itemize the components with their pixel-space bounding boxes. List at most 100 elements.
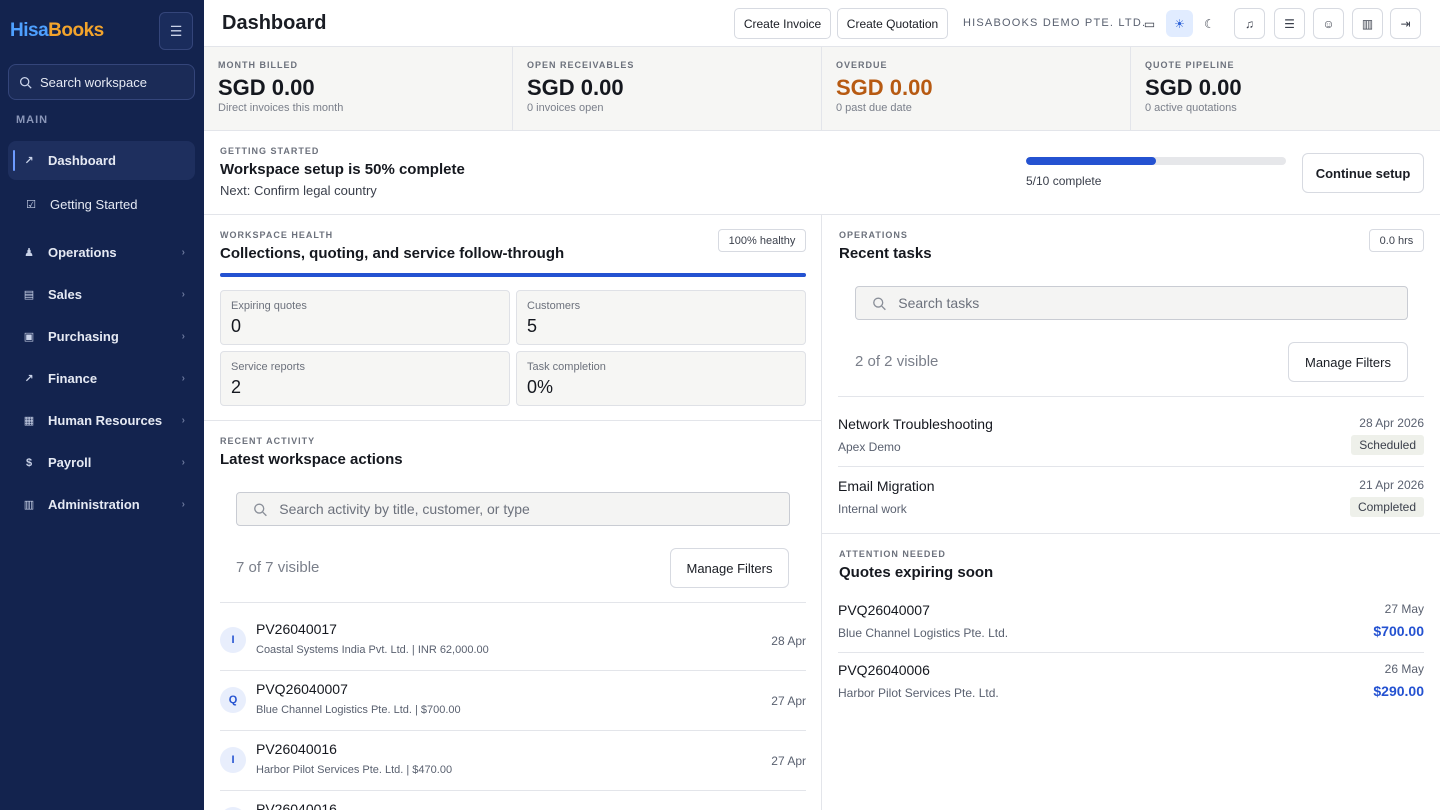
task-subtitle: Internal work — [838, 502, 907, 516]
activity-overline: RECENT ACTIVITY — [220, 436, 316, 446]
chevron-right-icon: › — [181, 499, 185, 510]
sidebar-item-label: Getting Started — [50, 197, 138, 212]
activity-type-avatar: I — [220, 627, 246, 653]
sidebar-item-dashboard[interactable]: ↗ Dashboard — [8, 141, 195, 180]
hamburger-icon: ☰ — [169, 22, 183, 39]
divider — [822, 533, 1440, 534]
theme-light-button[interactable]: ☀ — [1166, 10, 1193, 37]
task-subtitle: Apex Demo — [838, 440, 901, 454]
profile-button[interactable]: ☺ — [1313, 8, 1344, 39]
divider — [220, 602, 806, 603]
left-column: WORKSPACE HEALTH Collections, quoting, a… — [204, 215, 822, 810]
bag-icon: ▣ — [23, 331, 35, 343]
right-column: OPERATIONS Recent tasks 0.0 hrs 2 of 2 v… — [822, 215, 1440, 810]
quote-customer: Harbor Pilot Services Pte. Ltd. — [838, 686, 999, 700]
expiring-quote-item[interactable]: PVQ26040006 Harbor Pilot Services Pte. L… — [838, 653, 1424, 713]
activity-item-date: 28 Apr — [771, 634, 806, 648]
sidebar-item-administration[interactable]: ▥ Administration › — [8, 485, 195, 524]
kpi-value: SGD 0.00 — [836, 75, 933, 100]
chevron-right-icon: › — [181, 289, 185, 300]
quotes-title: Quotes expiring soon — [839, 564, 994, 581]
bell-icon: ♫ — [1245, 16, 1254, 31]
tasks-overline: OPERATIONS — [839, 230, 908, 240]
theme-system-button[interactable]: ▭ — [1136, 10, 1163, 37]
continue-setup-button[interactable]: Continue setup — [1302, 153, 1424, 193]
task-status-badge: Completed — [1349, 497, 1424, 517]
activity-item[interactable]: I PV26040017 Coastal Systems India Pvt. … — [220, 610, 806, 670]
monitor-icon: ▭ — [1143, 16, 1156, 31]
sidebar-item-human-resources[interactable]: ▦ Human Resources › — [8, 401, 195, 440]
activity-item-title: PV26040016 — [256, 741, 337, 757]
activity-type-avatar: I — [220, 747, 246, 773]
sidebar-item-purchasing[interactable]: ▣ Purchasing › — [8, 317, 195, 356]
chevron-right-icon: › — [181, 247, 185, 258]
dollar-icon: $ — [25, 456, 33, 469]
stat-value: 5 — [527, 316, 538, 336]
page-title: Dashboard — [222, 12, 327, 34]
sidebar-item-getting-started[interactable]: ☑ Getting Started — [8, 185, 195, 224]
sun-icon: ☀ — [1174, 16, 1185, 31]
kpi-sub: 0 invoices open — [527, 102, 604, 114]
activity-item-subtitle: Harbor Pilot Services Pte. Ltd. | $470.0… — [256, 764, 453, 776]
activity-search[interactable] — [236, 492, 790, 526]
quote-number: PVQ26040007 — [838, 602, 930, 618]
company-button[interactable]: ▥ — [1352, 8, 1383, 39]
logout-button[interactable]: ⇥ — [1390, 8, 1421, 39]
sidebar-item-payroll[interactable]: $ Payroll › — [8, 443, 195, 482]
kpi-sub: 0 past due date — [836, 102, 912, 114]
sidebar-search[interactable]: Search workspace — [8, 64, 195, 100]
quote-number: PVQ26040006 — [838, 662, 930, 678]
users-icon: ♟ — [24, 247, 34, 259]
activity-search-input[interactable] — [279, 501, 789, 517]
tasks-manage-filters-button[interactable]: Manage Filters — [1288, 342, 1408, 382]
sidebar-item-label: Finance — [48, 371, 98, 386]
kpi-open-receivables: OPEN RECEIVABLES SGD 0.00 0 invoices ope… — [513, 47, 822, 131]
stat-label: Customers — [527, 300, 581, 312]
sidebar-item-label: Dashboard — [48, 153, 116, 168]
expiring-quote-item[interactable]: PVQ26040007 Blue Channel Logistics Pte. … — [838, 593, 1424, 653]
kpi-strip: MONTH BILLED SGD 0.00 Direct invoices th… — [204, 47, 1440, 131]
logo-text-hisa: Hisa — [10, 20, 49, 41]
health-bar — [220, 273, 806, 277]
stat-value: 2 — [231, 377, 242, 397]
menu-toggle-button[interactable]: ☰ — [159, 12, 193, 50]
building-icon: ▥ — [23, 499, 35, 511]
chevron-right-icon: › — [181, 415, 185, 426]
activity-item-subtitle: Coastal Systems India Pvt. Ltd. | INR 62… — [256, 644, 489, 656]
tasks-count: 2 of 2 visible — [855, 353, 939, 370]
task-date: 28 Apr 2026 — [1359, 416, 1424, 430]
sidebar-item-finance[interactable]: ↗ Finance › — [8, 359, 195, 398]
settings-button[interactable]: ☰ — [1274, 8, 1305, 39]
task-item[interactable]: Network Troubleshooting Apex Demo 28 Apr… — [838, 405, 1424, 467]
sidebar: HisaBooks ☰ Search workspace MAIN ↗ Dash… — [0, 0, 204, 810]
sidebar-item-operations[interactable]: ♟ Operations › — [8, 233, 195, 272]
active-indicator — [13, 150, 15, 171]
theme-dark-button[interactable]: ☾ — [1196, 10, 1223, 37]
task-status-badge: Scheduled — [1351, 435, 1424, 455]
activity-manage-filters-button[interactable]: Manage Filters — [670, 548, 789, 588]
kpi-quote-pipeline: QUOTE PIPELINE SGD 0.00 0 active quotati… — [1131, 47, 1440, 131]
activity-item[interactable]: I PV26040016 Harbor Pilot Services Pte. … — [220, 730, 806, 790]
activity-item[interactable]: Q PVQ26040007 Blue Channel Logistics Pte… — [220, 670, 806, 730]
sidebar-item-sales[interactable]: ▤ Sales › — [8, 275, 195, 314]
checklist-icon: ☑ — [26, 199, 36, 211]
app-logo[interactable]: HisaBooks — [10, 20, 104, 42]
tasks-search-input[interactable] — [898, 295, 1407, 311]
kpi-sub: 0 active quotations — [1145, 102, 1237, 114]
activity-item[interactable]: I PV26040016 — [220, 790, 806, 810]
create-invoice-button[interactable]: Create Invoice — [734, 8, 831, 39]
activity-count: 7 of 7 visible — [236, 559, 320, 576]
kpi-sub: Direct invoices this month — [218, 102, 344, 114]
tasks-search[interactable] — [855, 286, 1408, 320]
task-item[interactable]: Email Migration Internal work 21 Apr 202… — [838, 467, 1424, 529]
stat-card-task-completion: Task completion 0% — [516, 351, 806, 406]
create-quotation-button[interactable]: Create Quotation — [837, 8, 948, 39]
quote-customer: Blue Channel Logistics Pte. Ltd. — [838, 626, 1009, 640]
chevron-right-icon: › — [181, 331, 185, 342]
notifications-button[interactable]: ♫ — [1234, 8, 1265, 39]
kpi-label: MONTH BILLED — [218, 60, 298, 70]
stat-label: Service reports — [231, 361, 305, 373]
activity-type-avatar: Q — [220, 687, 246, 713]
sliders-icon: ☰ — [1284, 16, 1295, 31]
moon-icon: ☾ — [1204, 16, 1215, 31]
